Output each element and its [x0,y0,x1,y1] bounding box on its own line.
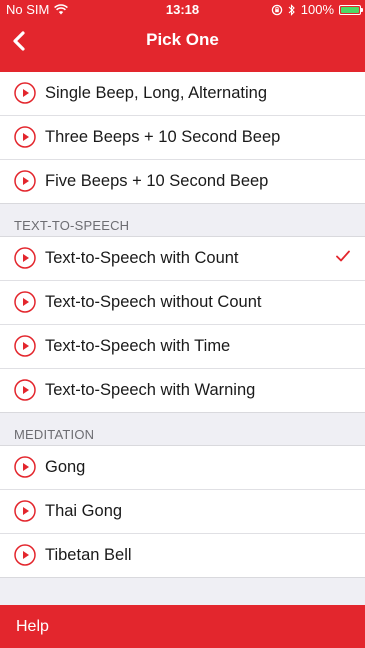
list-item[interactable]: Five Beeps + 10 Second Beep [0,160,365,203]
play-circle-icon[interactable] [14,335,36,357]
help-button[interactable]: Help [0,605,365,648]
section-group: Single Beep, Long, Alternating Three Beep… [0,72,365,204]
play-circle-icon[interactable] [14,126,36,148]
list-item[interactable]: Three Beeps + 10 Second Beep [0,116,365,160]
section-header: TEXT-TO-SPEECH [0,204,365,236]
list-item-label: Text-to-Speech with Count [45,249,239,267]
play-circle-icon[interactable] [14,456,36,478]
list-item-label: Single Beep, Long, Alternating [45,84,268,102]
section-header: MEDITATION [0,413,365,445]
list-item-label: Thai Gong [45,502,123,520]
help-label: Help [16,618,49,635]
play-circle-icon[interactable] [14,82,36,104]
section-header-label: TEXT-TO-SPEECH [14,218,130,233]
list-item-label: Text-to-Speech with Warning [45,381,256,399]
list-item-label: Three Beeps + 10 Second Beep [45,128,281,146]
sound-list[interactable]: Single Beep, Long, Alternating Three Beep… [0,72,365,605]
list-item[interactable]: Thai Gong [0,490,365,534]
play-circle-icon[interactable] [14,500,36,522]
rotation-lock-icon [271,4,282,15]
list-item-label: Text-to-Speech with Time [45,337,231,355]
section-group: Text-to-Speech with Count Text-to-Speech … [0,236,365,413]
list-item-label: Gong [45,458,86,476]
header: No SIM 13:18 100% Pick One [0,0,365,72]
play-circle-icon[interactable] [14,291,36,313]
list-item-label: Tibetan Bell [45,546,132,564]
status-right: 100% [271,2,363,17]
sections-container: Single Beep, Long, Alternating Three Beep… [0,72,365,578]
list-item[interactable]: Text-to-Speech with Count [0,237,365,281]
list-item[interactable]: Text-to-Speech without Count [0,281,365,325]
list-item[interactable]: Text-to-Speech with Time [0,325,365,369]
list-item[interactable]: Tibetan Bell [0,534,365,577]
status-bar: No SIM 13:18 100% [0,0,365,20]
list-item-label: Text-to-Speech without Count [45,293,262,311]
page-title: Pick One [146,30,219,49]
play-circle-icon[interactable] [14,544,36,566]
section-header-label: MEDITATION [14,427,95,442]
battery-icon [339,4,363,15]
play-circle-icon[interactable] [14,247,36,269]
battery-percentage: 100% [300,2,334,17]
checkmark-icon [336,250,350,262]
list-item-label: Five Beeps + 10 Second Beep [45,172,269,190]
nav-bar: Pick One [0,20,365,64]
battery-level [341,6,359,13]
list-item[interactable]: Gong [0,446,365,490]
list-item[interactable]: Text-to-Speech with Warning [0,369,365,412]
list-item[interactable]: Single Beep, Long, Alternating [0,72,365,116]
bluetooth-icon [288,3,295,16]
play-circle-icon[interactable] [14,379,36,401]
section-group: Gong Thai Gong Tibetan Bell [0,445,365,578]
play-circle-icon[interactable] [14,170,36,192]
